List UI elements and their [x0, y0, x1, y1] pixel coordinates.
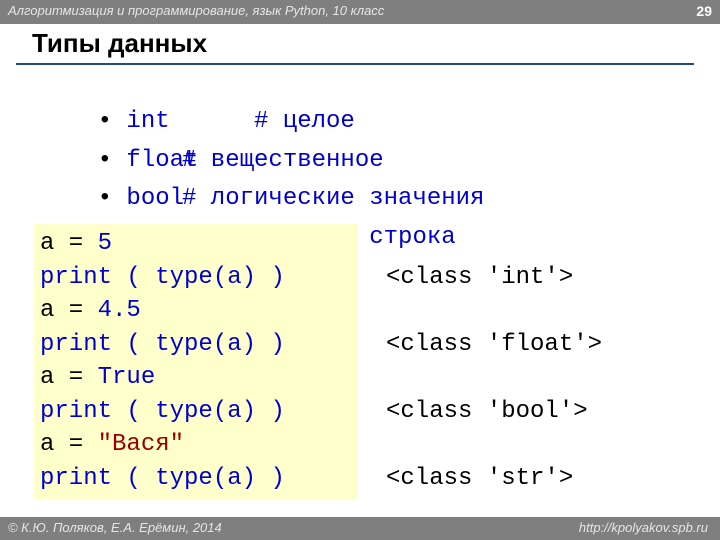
- type-comment: # логические значения: [182, 185, 485, 212]
- types-list: • int # целое • float # вещественное • boo…: [40, 68, 485, 251]
- code-value: "Вася": [97, 431, 185, 458]
- copyright: © К.Ю. Поляков, Е.А. Ерёмин, 2014: [8, 520, 222, 535]
- code-op: =: [54, 364, 98, 391]
- header-bar: Алгоритмизация и программирование, язык …: [0, 0, 720, 24]
- code-var: a: [40, 230, 55, 257]
- code-line-assign: a = 5: [40, 227, 285, 261]
- output-str: <class 'str'>: [386, 465, 574, 492]
- output-int: <class 'int'>: [386, 264, 574, 291]
- code-var: a: [40, 431, 55, 458]
- code-line-print: print ( type(a) ): [40, 263, 285, 291]
- code-op: =: [54, 431, 98, 458]
- code-value: 4.5: [97, 297, 141, 324]
- code-line-assign: a = True: [40, 361, 285, 395]
- type-item-float: • float # вещественное: [40, 107, 384, 174]
- code-block: a = 5 print ( type(a) ) a = 4.5 print ( …: [40, 227, 285, 495]
- code-value: True: [97, 364, 156, 391]
- code-value: 5: [97, 230, 113, 257]
- code-op: =: [54, 230, 98, 257]
- course-title: Алгоритмизация и программирование, язык …: [8, 3, 385, 18]
- code-line-print: print ( type(a) ): [40, 397, 285, 425]
- page-number: 29: [696, 3, 712, 19]
- code-var: a: [40, 297, 55, 324]
- slide-title: Типы данных: [32, 28, 208, 58]
- title-divider: [16, 63, 694, 65]
- output-bool: <class 'bool'>: [386, 398, 588, 425]
- output-float: <class 'float'>: [386, 331, 603, 358]
- code-line-print: print ( type(a) ): [40, 330, 285, 358]
- type-comment: # целое: [254, 108, 355, 135]
- type-item-str: • str# символьная строка: [40, 184, 456, 251]
- code-line-assign: a = "Вася": [40, 428, 285, 462]
- type-item-bool: • bool # логические значения: [40, 145, 485, 212]
- type-comment: # вещественное: [182, 146, 384, 174]
- site-link[interactable]: http://kpolyakov.spb.ru: [579, 520, 708, 535]
- footer-bar: © К.Ю. Поляков, Е.А. Ерёмин, 2014 http:/…: [0, 517, 720, 540]
- code-line-assign: a = 4.5: [40, 294, 285, 328]
- code-op: =: [54, 297, 98, 324]
- code-line-print: print ( type(a) ): [40, 464, 285, 492]
- code-var: a: [40, 364, 55, 391]
- type-item-int: • int # целое: [40, 68, 355, 135]
